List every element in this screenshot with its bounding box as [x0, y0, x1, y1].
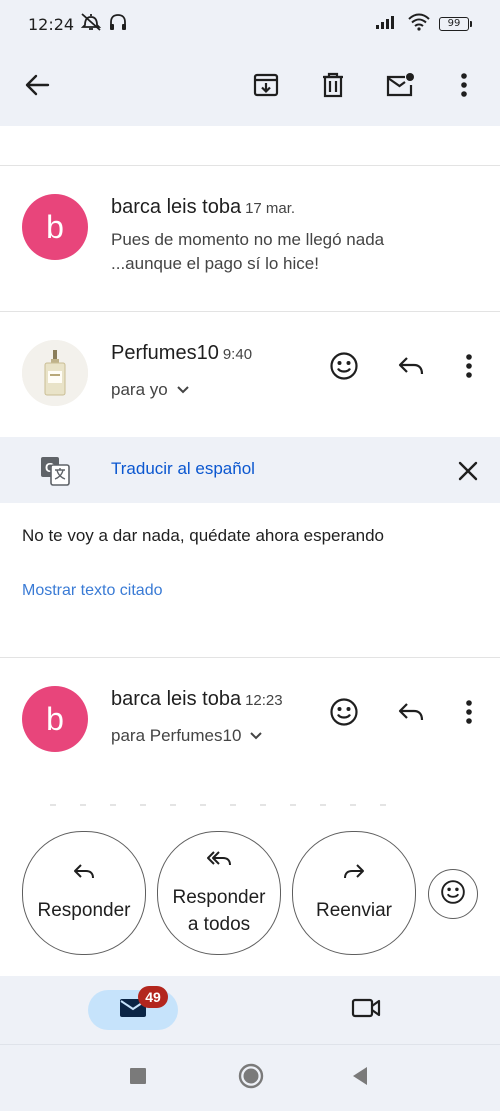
- mark-unread-button[interactable]: [375, 62, 425, 112]
- recipients-label: para yo: [111, 380, 168, 399]
- battery-level: 99: [439, 17, 469, 31]
- system-back-button[interactable]: [345, 1063, 375, 1093]
- message-thread: b barca leis toba 17 mar. Pues de momento…: [0, 126, 500, 976]
- message-header-3[interactable]: barca leis toba 12:23: [111, 688, 283, 711]
- mark-unread-icon: [385, 71, 415, 104]
- message-date: 12:23: [245, 692, 283, 709]
- reply-label: Responder: [37, 900, 131, 921]
- divider: [0, 657, 500, 658]
- reply-icon: [73, 862, 95, 889]
- sender-avatar-image[interactable]: [22, 340, 88, 406]
- divider: [0, 311, 500, 312]
- reply-all-label-line2: a todos: [187, 913, 251, 935]
- signal-icon: [375, 14, 399, 35]
- message-more-button[interactable]: [445, 690, 493, 738]
- reply-icon: [397, 355, 425, 382]
- message-date: 17 mar.: [245, 200, 296, 217]
- sender-name: barca leis toba: [111, 688, 242, 710]
- battery-icon: 99: [439, 17, 472, 31]
- divider: [0, 165, 500, 166]
- reply-button[interactable]: [387, 344, 435, 392]
- message-snippet[interactable]: Pues de momento no me llegó nada ...aunq…: [111, 228, 421, 276]
- message-date: 9:40: [222, 346, 253, 363]
- headphones-icon: [108, 12, 128, 37]
- sender-name: Perfumes10: [111, 342, 219, 364]
- close-icon: [458, 461, 478, 481]
- more-vert-icon: [465, 353, 473, 384]
- emoji-icon: [440, 879, 466, 910]
- translate-link[interactable]: Traducir al español: [111, 459, 255, 479]
- chevron-down-icon: [249, 726, 263, 746]
- email-body-text: No te voy a dar nada, quédate ahora espe…: [22, 526, 384, 545]
- recipients-toggle[interactable]: para Perfumes10: [111, 726, 263, 746]
- recents-button[interactable]: [123, 1063, 153, 1093]
- more-options-button[interactable]: [439, 62, 489, 112]
- avatar[interactable]: b: [22, 686, 88, 752]
- forward-label: Reenviar: [315, 900, 393, 921]
- clock: 12:24: [28, 14, 75, 34]
- status-bar: 12:24 99: [0, 0, 500, 48]
- show-quoted-text-link[interactable]: Mostrar texto citado: [22, 582, 163, 600]
- add-reaction-button[interactable]: [320, 690, 368, 738]
- archive-icon: [252, 71, 280, 104]
- trash-icon: [320, 71, 346, 104]
- system-navigation-bar: [0, 1044, 500, 1111]
- home-button[interactable]: [236, 1063, 266, 1093]
- delete-button[interactable]: [308, 62, 358, 112]
- unread-count-badge: 49: [138, 986, 168, 1008]
- reply-all-action-button[interactable]: Responder a todos: [157, 831, 281, 955]
- close-translate-button[interactable]: [451, 454, 485, 488]
- archive-button[interactable]: [241, 62, 291, 112]
- forward-action-button[interactable]: Reenviar: [292, 831, 416, 955]
- translate-icon: G: [40, 456, 70, 491]
- top-app-bar: [0, 48, 500, 126]
- nav-meet-tab[interactable]: [342, 988, 390, 1032]
- add-reaction-button[interactable]: [320, 344, 368, 392]
- arrow-left-icon: [24, 71, 52, 104]
- truncated-text-line: [50, 804, 390, 806]
- emoji-icon: [329, 351, 359, 386]
- reply-all-label-line1: Responder: [172, 886, 266, 908]
- back-button[interactable]: [13, 62, 63, 112]
- recipients-label: para Perfumes10: [111, 726, 242, 745]
- square-icon: [129, 1067, 147, 1090]
- reply-all-icon: [206, 849, 232, 876]
- video-camera-icon: [351, 997, 381, 1024]
- message-more-button[interactable]: [445, 344, 493, 392]
- more-vert-icon: [460, 72, 468, 103]
- reply-button[interactable]: [387, 690, 435, 738]
- recipients-toggle[interactable]: para yo: [111, 380, 190, 400]
- triangle-back-icon: [351, 1066, 369, 1091]
- reply-action-button[interactable]: Responder: [22, 831, 146, 955]
- bottom-navigation: 49: [0, 976, 500, 1044]
- circle-icon: [238, 1063, 264, 1094]
- forward-icon: [343, 862, 365, 889]
- react-emoji-button[interactable]: [428, 869, 478, 919]
- message-header-1[interactable]: barca leis toba 17 mar.: [111, 196, 295, 219]
- wifi-icon: [407, 13, 431, 36]
- more-vert-icon: [465, 699, 473, 730]
- perfume-bottle-icon: [22, 340, 88, 406]
- avatar[interactable]: b: [22, 194, 88, 260]
- message-header-2[interactable]: Perfumes10 9:40: [111, 342, 252, 365]
- mute-icon: [80, 12, 102, 37]
- reply-icon: [397, 701, 425, 728]
- sender-name: barca leis toba: [111, 196, 242, 218]
- chevron-down-icon: [176, 380, 190, 400]
- emoji-icon: [329, 697, 359, 732]
- translate-bar: G Traducir al español: [0, 437, 500, 503]
